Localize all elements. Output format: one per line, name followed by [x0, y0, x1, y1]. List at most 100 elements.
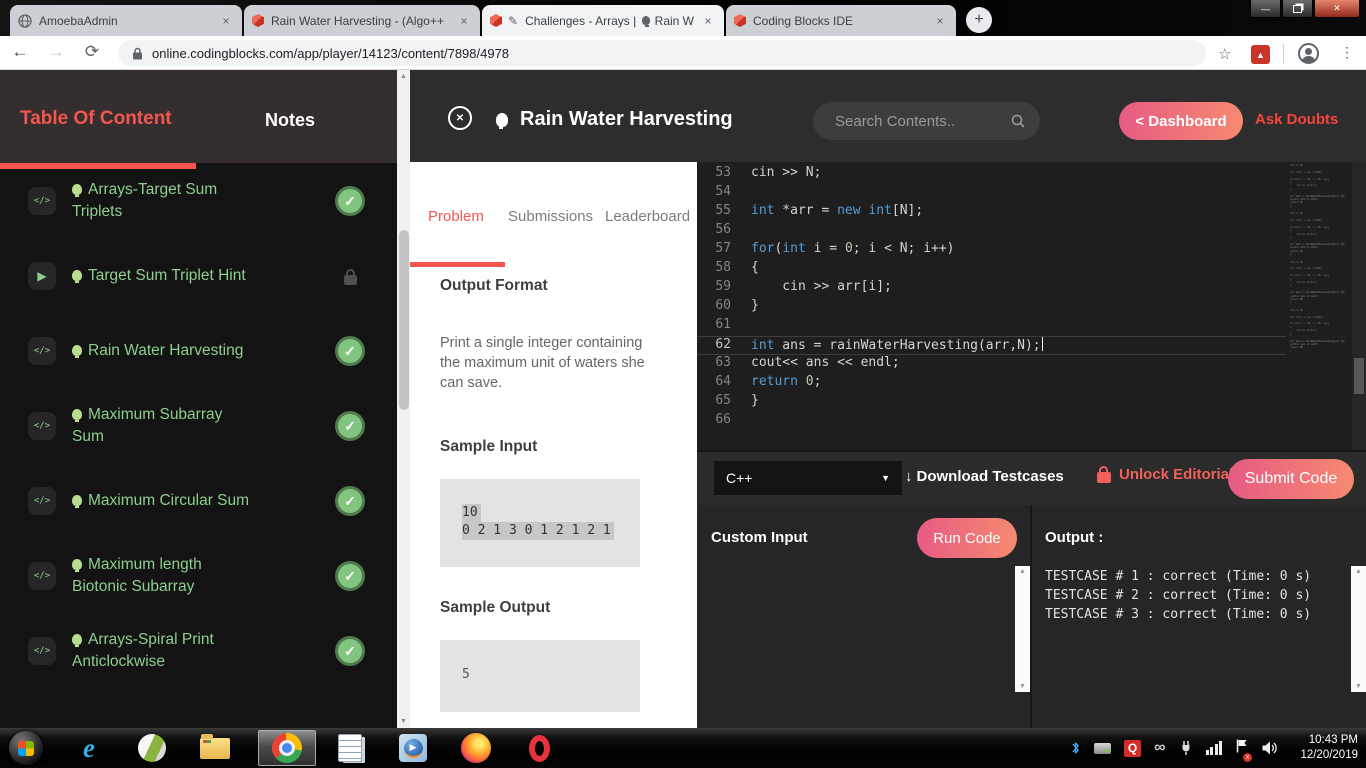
tab-notes[interactable]: Notes: [265, 110, 315, 131]
sidebar-item[interactable]: </> Maximum Subarray Sum ✓: [0, 404, 397, 448]
browser-tab[interactable]: Rain Water Harvesting - (Algo++ ×: [244, 5, 480, 36]
tab-close-icon[interactable]: ×: [700, 13, 716, 29]
code-line[interactable]: 64 return 0;: [697, 374, 1352, 393]
close-button[interactable]: ✕: [1314, 0, 1360, 18]
code-line[interactable]: 59 cin >> arr[i];: [697, 279, 1352, 298]
unlock-editorial-button[interactable]: Unlock Editorial: [1097, 465, 1233, 483]
code-line[interactable]: 56: [697, 222, 1352, 241]
sidebar-item[interactable]: </> Rain Water Harvesting ✓: [0, 329, 397, 373]
scroll-up-icon[interactable]: ▲: [397, 73, 410, 80]
taskbar-app-internet-explorer[interactable]: e: [69, 733, 109, 764]
tray-bluetooth-icon[interactable]: [1070, 740, 1081, 756]
code-icon: </>: [28, 412, 56, 440]
status-locked: [333, 268, 367, 285]
browser-tab[interactable]: Coding Blocks IDE ×: [726, 5, 956, 36]
tray-action-center-flag-icon[interactable]: x: [1235, 738, 1252, 762]
code-line[interactable]: 65}: [697, 393, 1352, 412]
scroll-down-icon[interactable]: ▼: [1015, 683, 1030, 690]
editor-scrollbar-thumb[interactable]: [1354, 358, 1364, 394]
sidebar-scrollbar[interactable]: ▲ ▼: [397, 70, 410, 728]
code-line[interactable]: 66: [697, 412, 1352, 431]
scroll-down-icon[interactable]: ▼: [1351, 683, 1366, 690]
adobe-extension-icon[interactable]: ▲: [1251, 45, 1270, 64]
taskbar-clock[interactable]: 10:43 PM 12/20/2019: [1300, 733, 1358, 763]
search-input[interactable]: Search Contents..: [813, 102, 1040, 140]
sidebar-item-label: Rain Water Harvesting: [72, 340, 243, 362]
scroll-down-icon[interactable]: ▼: [397, 718, 410, 725]
taskbar-app-file-explorer[interactable]: [195, 733, 235, 759]
code-editor[interactable]: 53 cin >> N; 54 55 int *arr = new int[N]; 56 5…: [697, 162, 1366, 450]
custom-input-scrollbar[interactable]: ▲ ▼: [1015, 566, 1030, 692]
scroll-up-icon[interactable]: ▲: [1015, 568, 1030, 575]
problem-tab-leaderboard[interactable]: Leaderboard: [605, 208, 690, 225]
ask-doubts-link[interactable]: Ask Doubts: [1255, 111, 1338, 128]
tray-power-plug-icon[interactable]: [1179, 740, 1193, 756]
minimize-button[interactable]: —: [1250, 0, 1281, 18]
code-line[interactable]: 62 int ans = rainWaterHarvesting(arr,N);: [697, 336, 1352, 355]
dashboard-button[interactable]: < Dashboard: [1119, 102, 1243, 140]
problem-tab-submissions[interactable]: Submissions: [508, 208, 593, 225]
tray-storage-drive-icon[interactable]: [1094, 742, 1112, 754]
taskbar-app-chrome[interactable]: [258, 730, 316, 766]
sidebar-item[interactable]: </> Arrays-Spiral Print Anticlockwise ✓: [0, 629, 397, 673]
browser-tab[interactable]: AmoebaAdmin ×: [10, 5, 242, 36]
submit-code-button[interactable]: Submit Code: [1228, 459, 1354, 499]
sample-input-line: 0 2 1 3 0 1 2 1 2 1: [462, 522, 614, 540]
code-line[interactable]: 53 cin >> N;: [697, 165, 1352, 184]
code-text: return 0;: [751, 374, 822, 389]
signal-bars-glyph: [1205, 741, 1222, 755]
tray-quick-heal-icon[interactable]: Q: [1124, 739, 1142, 757]
code-line[interactable]: 61: [697, 317, 1352, 336]
scroll-up-icon[interactable]: ▲: [1351, 568, 1366, 575]
taskbar-app-wordpad[interactable]: [330, 734, 370, 762]
editor-scrollbar[interactable]: [1352, 162, 1366, 450]
sidebar-item[interactable]: </> Maximum Circular Sum ✓: [0, 479, 397, 523]
tab-table-of-content[interactable]: Table Of Content: [20, 108, 172, 130]
taskbar-app-start[interactable]: [6, 731, 46, 765]
sidebar-item[interactable]: </> Maximum length Biotonic Subarray ✓: [0, 554, 397, 598]
tray-volume-icon[interactable]: [1261, 740, 1278, 756]
tab-close-icon[interactable]: ×: [932, 13, 948, 29]
taskbar-app-media-player[interactable]: ▶: [393, 734, 433, 762]
browser-tab[interactable]: ✎ Challenges - Arrays | Rain W ×: [482, 5, 724, 36]
taskbar-app-firefox[interactable]: [456, 733, 496, 763]
editor-minimap[interactable]: cin >> N; int *arr = new int[N]; for(int…: [1286, 162, 1352, 450]
plus-icon: +: [974, 11, 984, 28]
new-tab-button[interactable]: +: [966, 7, 992, 33]
language-select[interactable]: C++ ▼: [714, 461, 902, 495]
browser-menu-icon[interactable]: ⋮: [1340, 44, 1354, 61]
reload-icon[interactable]: ⟳: [80, 42, 104, 62]
chevron-down-icon: ▼: [881, 473, 890, 483]
scrollbar-thumb[interactable]: [398, 230, 409, 410]
code-line[interactable]: 54: [697, 184, 1352, 203]
code-line[interactable]: 55 int *arr = new int[N];: [697, 203, 1352, 222]
address-bar[interactable]: online.codingblocks.com/app/player/14123…: [118, 40, 1206, 66]
profile-avatar[interactable]: [1298, 43, 1319, 64]
code-area[interactable]: 53 cin >> N; 54 55 int *arr = new int[N]; 56 5…: [697, 165, 1352, 431]
tray-network-signal-icon[interactable]: [1205, 741, 1222, 755]
code-line[interactable]: 60}: [697, 298, 1352, 317]
tray-creative-cloud-icon[interactable]: ∞: [1154, 740, 1165, 756]
taskbar-app-coreldraw[interactable]: [132, 734, 172, 762]
back-icon[interactable]: ←: [8, 42, 32, 62]
bookmark-star-icon[interactable]: ☆: [1218, 45, 1231, 63]
forward-icon[interactable]: →: [44, 42, 68, 62]
tab-close-icon[interactable]: ×: [218, 13, 234, 29]
restore-button[interactable]: [1282, 0, 1313, 18]
sample-output-value: 5: [462, 667, 470, 682]
tab-close-icon[interactable]: ×: [456, 13, 472, 29]
output-scrollbar[interactable]: ▲ ▼: [1351, 566, 1366, 692]
sidebar-item[interactable]: ▶ Target Sum Triplet Hint: [0, 254, 397, 298]
code-line[interactable]: 57 for(int i = 0; i < N; i++): [697, 241, 1352, 260]
run-code-button[interactable]: Run Code: [917, 518, 1017, 558]
restore-icon: [1293, 4, 1302, 13]
code-text: {: [751, 260, 759, 275]
code-line[interactable]: 63 cout<< ans << endl;: [697, 355, 1352, 374]
problem-tab-problem[interactable]: Problem: [428, 208, 484, 225]
close-content-icon[interactable]: ✕: [448, 106, 472, 130]
sidebar-item[interactable]: </> Arrays-Target Sum Triplets ✓: [0, 179, 397, 223]
code-line[interactable]: 58 {: [697, 260, 1352, 279]
taskbar-app-opera[interactable]: [519, 734, 559, 762]
console-section: Custom Input Run Code ▲ ▼ Output : TESTC…: [697, 505, 1366, 728]
download-testcases-button[interactable]: ↓ Download Testcases: [905, 468, 1064, 485]
